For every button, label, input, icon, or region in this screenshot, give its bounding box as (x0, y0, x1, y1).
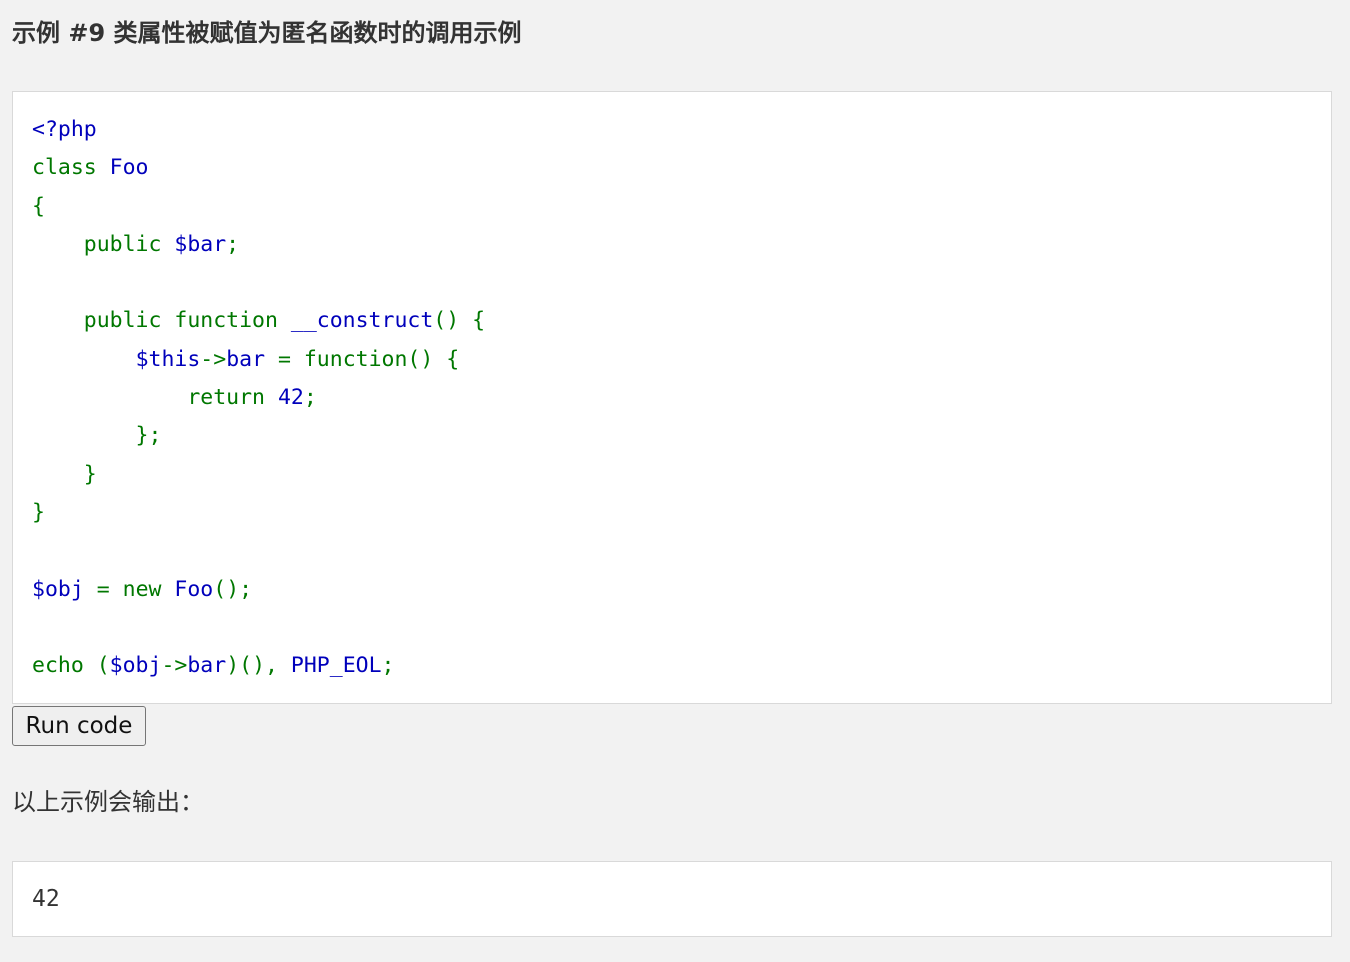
output-label: 以上示例会输出： (12, 788, 204, 816)
code-token: public function (32, 308, 291, 334)
code-token: $this (135, 346, 201, 372)
code-token: } (32, 461, 97, 487)
code-token: $obj (32, 576, 97, 602)
code-token: { (32, 193, 45, 219)
code-token: ; (226, 231, 240, 257)
output-block: 42 (12, 861, 1332, 937)
code-line: { (32, 188, 485, 226)
code-line: } (32, 456, 485, 494)
code-token: )(), (226, 653, 291, 679)
code-line: } (32, 494, 485, 532)
code-token: bar (226, 346, 278, 372)
example-title: 示例 #9 类属性被赋值为匿名函数时的调用示例 (12, 19, 522, 47)
code-token: = function() { (277, 346, 460, 372)
code-token: __construct (290, 308, 434, 334)
php-code: <?php class Foo { public $bar; public func… (32, 111, 485, 685)
code-token: () { (433, 308, 486, 334)
code-line: class Foo (32, 149, 485, 187)
code-line: public $bar; (32, 226, 485, 264)
code-token: class (32, 155, 110, 181)
code-line: }; (32, 417, 485, 455)
code-token: public (32, 231, 175, 257)
code-token: 42 (277, 385, 304, 411)
run-code-button[interactable]: Run code (12, 706, 146, 746)
code-token: -> (200, 346, 227, 372)
code-token: Foo (109, 155, 149, 181)
code-token: } (32, 499, 45, 525)
code-token: ; (381, 653, 395, 679)
code-token: PHP_EOL (290, 653, 382, 679)
code-token: = new (96, 576, 175, 602)
code-line: public function __construct() { (32, 302, 485, 340)
code-token: <?php (32, 117, 97, 142)
code-line: $this->bar = function() { (32, 341, 485, 379)
output-value: 42 (32, 886, 60, 912)
code-token: bar (187, 653, 227, 679)
code-token: Foo (174, 576, 214, 602)
code-line: $obj = new Foo(); (32, 571, 485, 609)
code-block: <?php class Foo { public $bar; public func… (12, 91, 1332, 704)
code-token: $bar (174, 231, 227, 257)
code-token: $obj (109, 653, 162, 679)
code-token: ; (303, 385, 317, 411)
code-line: return 42; (32, 379, 485, 417)
code-line: <?php (32, 111, 485, 149)
code-token: -> (161, 653, 188, 679)
code-line: echo ($obj->bar)(), PHP_EOL; (32, 647, 485, 685)
code-token: }; (32, 423, 162, 449)
code-token: echo ( (32, 653, 110, 679)
code-token: return (32, 385, 278, 411)
code-token: (); (213, 576, 253, 602)
